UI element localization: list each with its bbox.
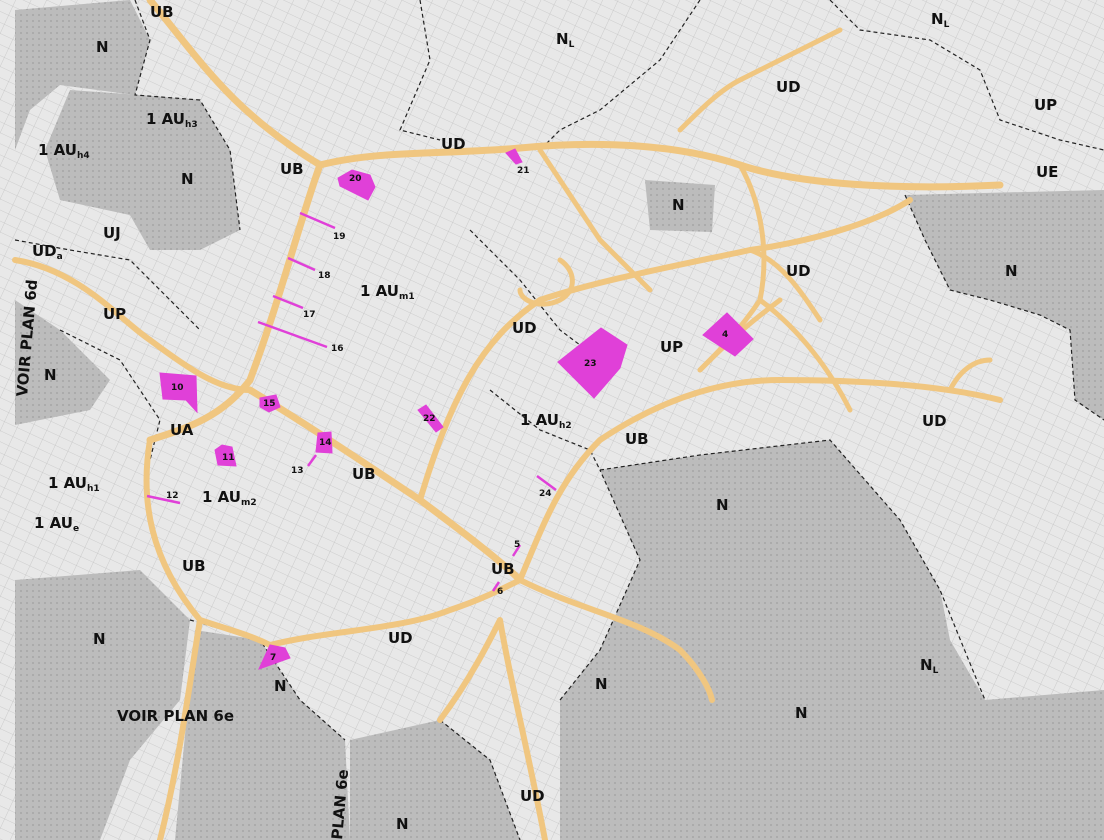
zone-label-ud-top: UD (441, 135, 466, 153)
zoning-map: 4 5 6 7 10 11 12 13 14 15 16 17 18 19 20… (0, 0, 1104, 840)
zone-label-n-top: N (96, 38, 109, 56)
site-label-23: 23 (584, 359, 597, 369)
site-label-6: 6 (497, 587, 503, 597)
zone-label-ud-right: UD (922, 412, 947, 430)
zone-label-n-east: N (1005, 262, 1018, 280)
site-label-19: 19 (333, 232, 346, 242)
zone-label-1au-e: 1 AUe (34, 514, 79, 534)
zone-label-n-s3: N (795, 704, 808, 722)
site-label-18: 18 (318, 271, 331, 281)
site-label-12: 12 (166, 491, 179, 501)
zone-label-n-sw: N (93, 630, 106, 648)
zone-label-n-south: N (396, 815, 409, 833)
zone-label-ud-south: UD (520, 787, 545, 805)
site-label-21: 21 (517, 166, 530, 176)
zone-label-ud-mid: UD (512, 319, 537, 337)
zone-label-ud-ne: UD (776, 78, 801, 96)
site-label-16: 16 (331, 344, 344, 354)
map-canvas: 4 5 6 7 10 11 12 13 14 15 16 17 18 19 20… (0, 0, 1104, 840)
site-label-10: 10 (171, 383, 184, 393)
zone-label-n-s2: N (595, 675, 608, 693)
site-label-11: 11 (222, 453, 235, 463)
zone-label-ub-top: UB (150, 3, 174, 21)
zone-label-n-bottom: N (274, 677, 287, 695)
zone-label-ub-mid: UB (625, 430, 649, 448)
zone-label-ub-sw: UB (182, 557, 206, 575)
zone-label-uj: UJ (103, 224, 121, 242)
zone-label-ud-bottom: UD (388, 629, 413, 647)
site-label-15: 15 (263, 399, 276, 409)
zone-label-ub-center: UB (352, 465, 376, 483)
zone-label-n-left: N (181, 170, 194, 188)
site-label-24: 24 (539, 489, 552, 499)
zone-label-n-center: N (672, 196, 685, 214)
site-label-5: 5 (514, 540, 520, 550)
site-label-4: 4 (722, 330, 728, 340)
zone-label-ub: UB (280, 160, 304, 178)
zone-label-ub-bottom: UB (491, 560, 515, 578)
site-label-20: 20 (349, 174, 362, 184)
zone-label-n-west: N (44, 366, 57, 384)
site-label-13: 13 (291, 466, 304, 476)
zone-label-ud-east: UD (786, 262, 811, 280)
site-label-7: 7 (270, 653, 276, 663)
site-label-14: 14 (319, 438, 332, 448)
zone-label-up-west: UP (103, 305, 126, 323)
zone-label-ue: UE (1036, 163, 1058, 181)
zone-label-voir-plan-6e: VOIR PLAN 6e (117, 707, 234, 725)
zone-label-up-mid: UP (660, 338, 683, 356)
site-label-17: 17 (303, 310, 316, 320)
zone-label-n-se: N (716, 496, 729, 514)
zone-label-ua: UA (170, 421, 194, 439)
zone-label-up-ne: UP (1034, 96, 1057, 114)
site-label-22: 22 (423, 414, 436, 424)
